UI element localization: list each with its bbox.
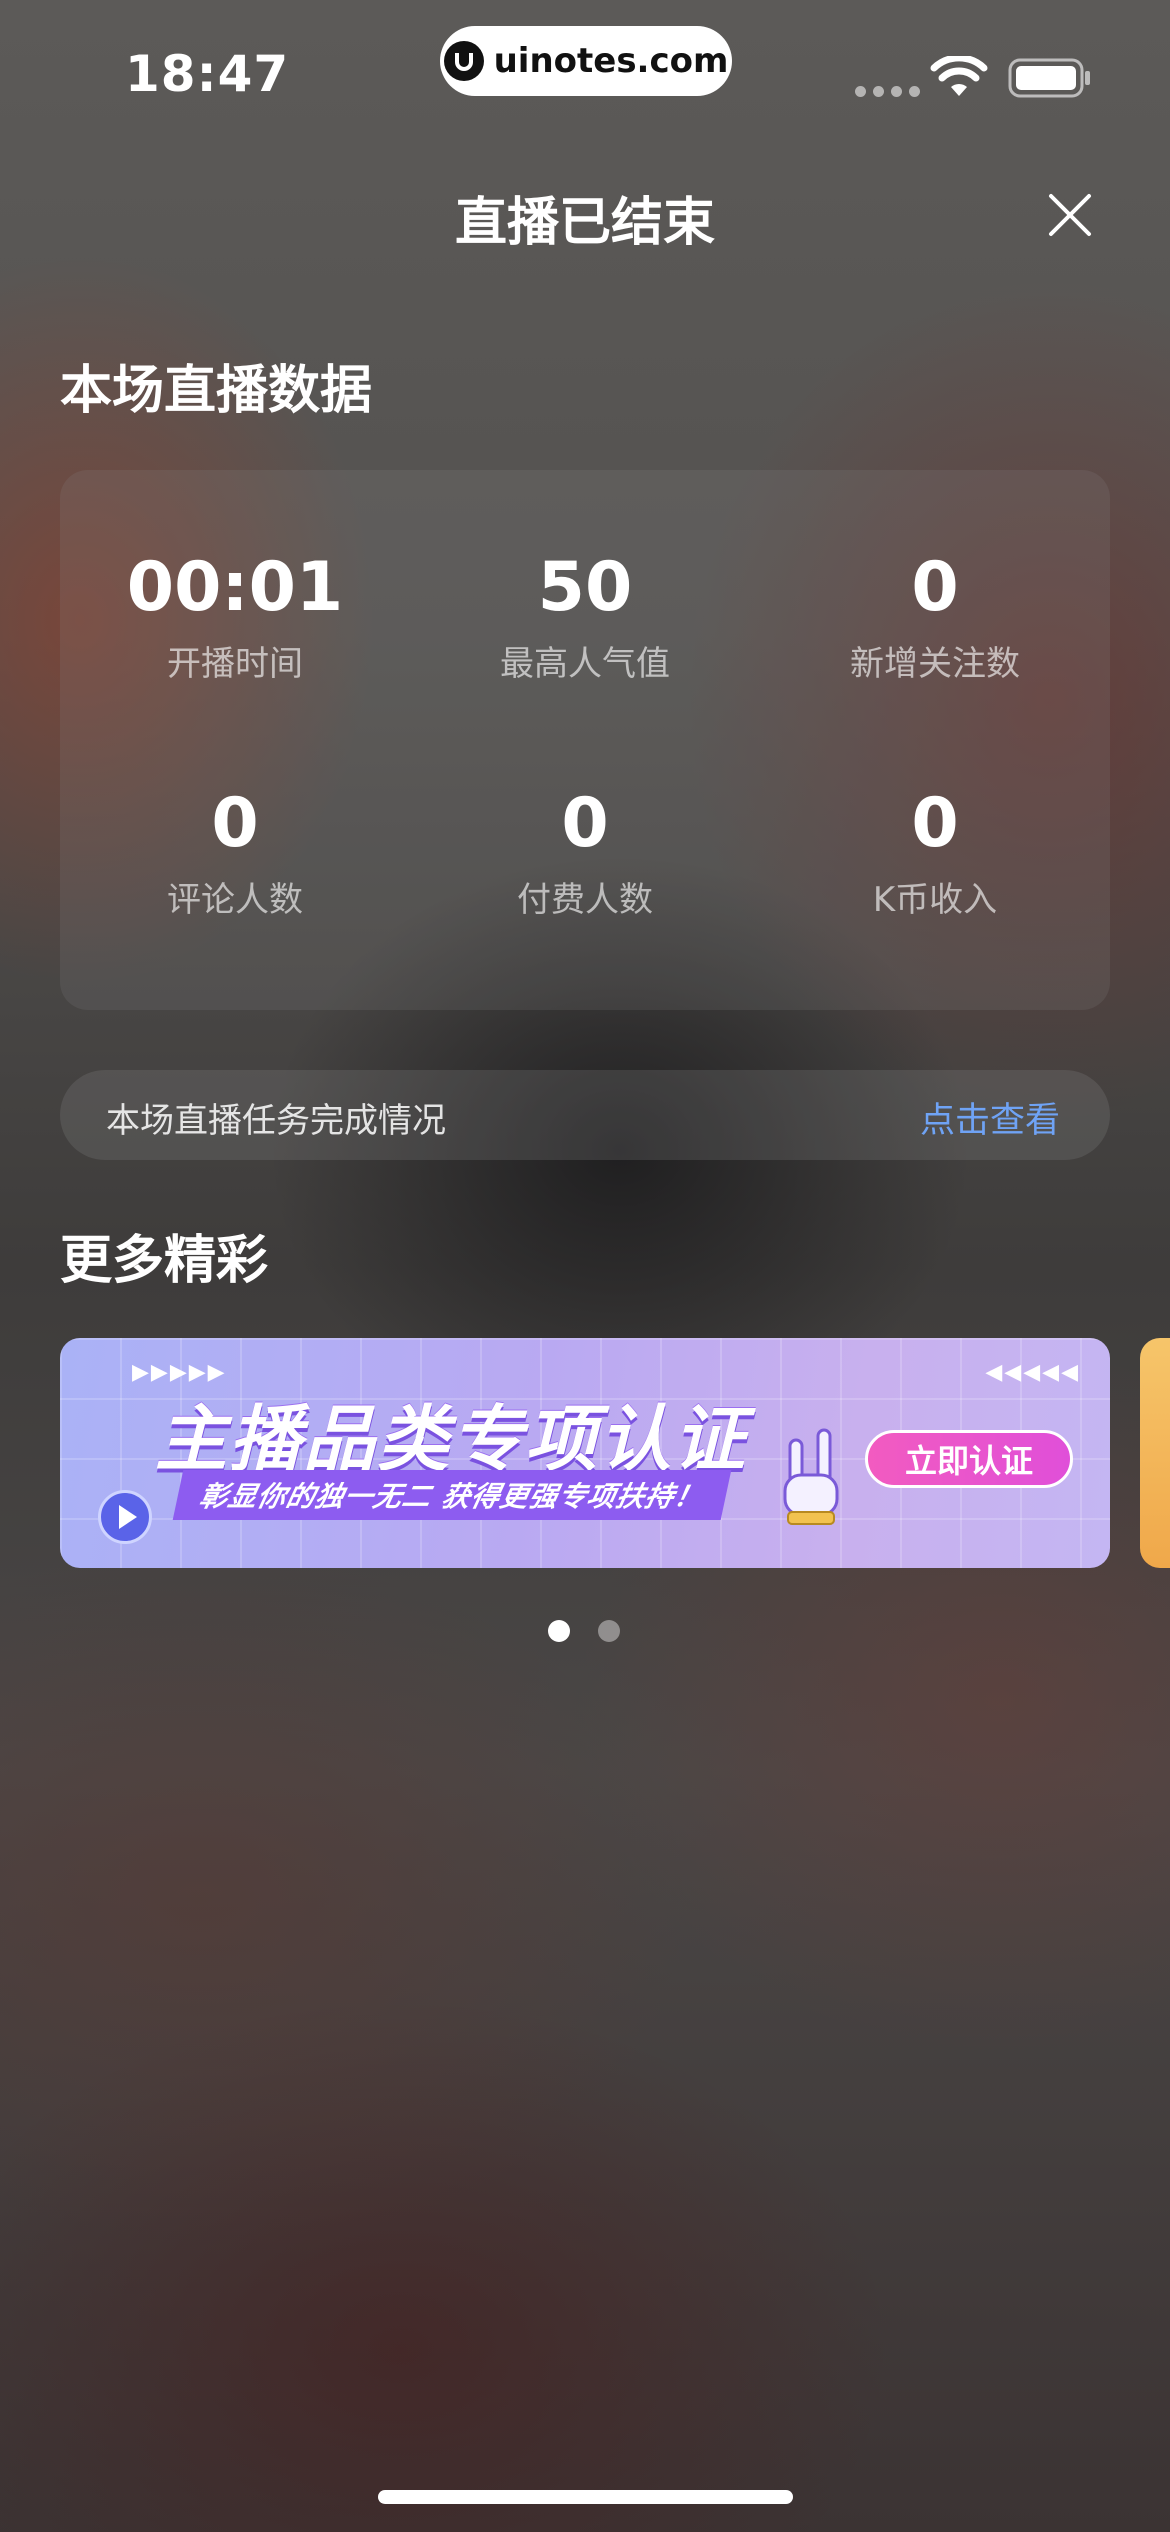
uinotes-logo-icon: [443, 41, 484, 81]
task-completion-label: 本场直播任务完成情况: [106, 1101, 446, 1141]
stats-section-title: 本场直播数据: [60, 361, 373, 421]
next-banner-peek[interactable]: [1140, 1338, 1170, 1568]
stat-item-kcoin-income: 0 K币收入: [760, 784, 1110, 921]
stat-value: 0: [561, 784, 609, 863]
stat-item-new-followers: 0 新增关注数: [760, 548, 1110, 685]
pagination-dot[interactable]: [598, 1620, 620, 1642]
banner-subline: 彰显你的独一无二 获得更强专项扶持！: [172, 1470, 732, 1520]
close-icon: [1049, 194, 1091, 236]
stat-label: K币收入: [872, 880, 998, 920]
stat-item-commenters: 0 评论人数: [60, 784, 410, 921]
battery-icon: [1008, 58, 1090, 98]
stat-label: 评论人数: [167, 880, 303, 920]
stat-label: 开播时间: [167, 644, 303, 684]
status-bar: 18:47 uinotes.com: [0, 0, 1170, 150]
stat-label: 最高人气值: [500, 644, 670, 684]
more-section-title: 更多精彩: [60, 1231, 269, 1291]
url-text: uinotes.com: [493, 41, 729, 81]
task-completion-row[interactable]: 本场直播任务完成情况 点击查看: [60, 1070, 1110, 1160]
url-pill[interactable]: uinotes.com: [440, 26, 732, 96]
stat-value: 50: [537, 548, 633, 627]
page-title: 直播已结束: [454, 193, 715, 253]
stat-value: 0: [211, 784, 259, 863]
wifi-icon: [930, 56, 988, 96]
verify-now-button[interactable]: 立即认证: [865, 1430, 1073, 1488]
signal-icon: [855, 86, 920, 97]
stat-item-duration: 00:01 开播时间: [60, 548, 410, 685]
arrows-left-icon: ◀◀◀◀◀: [985, 1360, 1080, 1385]
stat-label: 付费人数: [517, 880, 653, 920]
stat-item-payers: 0 付费人数: [410, 784, 760, 921]
stat-value: 0: [911, 548, 959, 627]
pagination-dot-active[interactable]: [548, 1620, 570, 1642]
play-icon: [98, 1490, 152, 1544]
stats-card: 00:01 开播时间 50 最高人气值 0 新增关注数 0 评论人数 0 付费人…: [60, 470, 1110, 1010]
close-button[interactable]: [1045, 190, 1095, 240]
stat-label: 新增关注数: [850, 644, 1020, 684]
stat-value: 00:01: [126, 548, 344, 627]
view-details-link[interactable]: 点击查看: [920, 1092, 1060, 1143]
stat-item-peak-popularity: 50 最高人气值: [410, 548, 760, 685]
promo-banner[interactable]: ▶▶▶▶▶ ◀◀◀◀◀ 主播品类专项认证 彰显你的独一无二 获得更强专项扶持！ …: [60, 1338, 1110, 1568]
rock-hand-icon: [783, 1428, 839, 1525]
home-indicator[interactable]: [378, 2490, 793, 2504]
stat-value: 0: [911, 784, 959, 863]
status-time: 18:47: [125, 45, 290, 103]
carousel-pagination: [548, 1620, 620, 1642]
